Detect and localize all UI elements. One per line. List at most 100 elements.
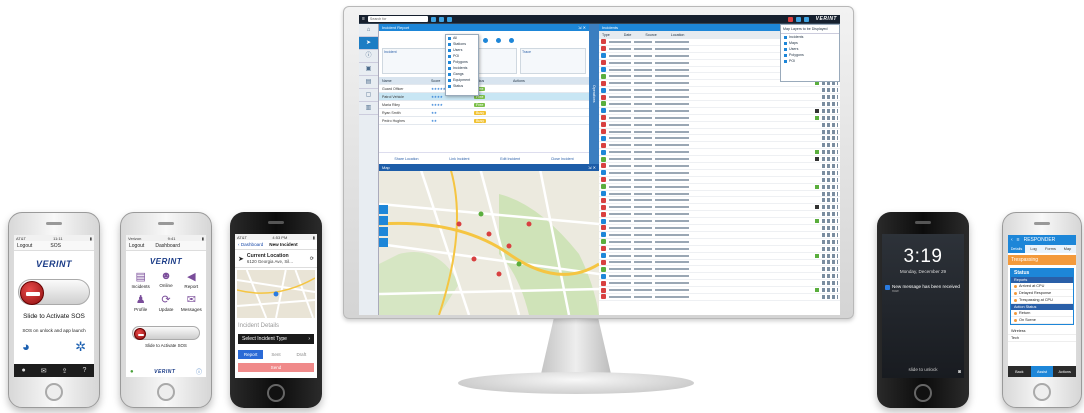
step-3[interactable] (495, 37, 502, 44)
rail-item-dispatch[interactable]: ➤ (359, 37, 378, 50)
table-row[interactable] (599, 239, 840, 246)
column-header[interactable]: Type (602, 33, 610, 37)
send-button[interactable]: Send (238, 363, 314, 372)
assist-button[interactable]: Assist (1030, 366, 1054, 377)
table-row[interactable] (599, 156, 840, 164)
table-row[interactable] (599, 142, 840, 150)
city-map[interactable] (379, 164, 599, 315)
location-row[interactable]: ➤ Current Location 6120 Georgia Ave, Sil… (235, 250, 317, 268)
row-actions[interactable] (822, 143, 838, 148)
checkbox[interactable] (784, 47, 787, 51)
map-panel[interactable]: Map ⇲ ✕ (379, 164, 599, 315)
draw-tool-icon[interactable] (379, 205, 388, 214)
list-item[interactable]: Pedro Hughes ★★ Busy (379, 117, 589, 125)
actions-button[interactable]: Actions (1053, 366, 1076, 377)
status-option[interactable]: Return (1011, 310, 1073, 317)
incident-tile[interactable]: Incident (382, 48, 448, 74)
table-row[interactable] (599, 211, 840, 219)
back-button[interactable]: ‹ Dashboard (238, 242, 263, 247)
panel-controls[interactable]: ⇲ ✕ (578, 25, 586, 30)
globe-icon[interactable]: ◕ (22, 339, 30, 355)
info-icon[interactable]: ⓘ (196, 367, 202, 376)
mail-tab-icon[interactable]: ✉ (41, 367, 47, 375)
row-actions[interactable] (822, 232, 838, 237)
row-actions[interactable] (822, 246, 838, 251)
edit-incident-button[interactable]: Edit Incident (500, 157, 520, 161)
checkbox[interactable] (448, 48, 451, 52)
table-row[interactable] (599, 253, 840, 260)
table-row[interactable] (599, 266, 840, 274)
search-input[interactable]: Search for (367, 16, 428, 22)
status-option[interactable]: Delayed Response (1011, 290, 1073, 297)
table-row[interactable] (599, 108, 840, 115)
pin-tool-icon[interactable] (379, 227, 388, 236)
table-row[interactable] (599, 115, 840, 122)
row-actions[interactable] (822, 294, 838, 299)
row-actions[interactable] (822, 88, 838, 93)
row-actions[interactable] (822, 274, 838, 279)
select-incident-type-button[interactable]: Select Incident Type › (238, 334, 314, 344)
alert-icon[interactable] (787, 16, 793, 22)
table-row[interactable] (599, 135, 840, 143)
sos-slider-knob[interactable] (134, 328, 146, 340)
home-button[interactable] (1033, 383, 1051, 401)
list-item[interactable]: Guard Officer ★★★★★ Free (379, 85, 589, 93)
checkbox[interactable] (448, 84, 451, 88)
step-2[interactable] (482, 37, 489, 44)
filter-option[interactable]: Status (446, 83, 478, 89)
column-header[interactable]: Date (624, 33, 632, 37)
row-actions[interactable] (822, 225, 838, 230)
row-actions[interactable] (822, 267, 838, 272)
tab-draft[interactable]: Draft (289, 350, 314, 359)
profile-tile[interactable]: ♟ Profile (129, 293, 152, 312)
status-option[interactable]: Arrived at CPU (1011, 283, 1073, 290)
help-tab-icon[interactable]: ? (83, 367, 87, 374)
checkbox[interactable] (448, 72, 451, 76)
row-actions[interactable] (822, 260, 838, 265)
share-location-button[interactable]: Share Location (394, 157, 418, 161)
rail-item-gallery[interactable]: ▣ (359, 63, 378, 76)
upload-tab-icon[interactable]: ⇪ (62, 367, 68, 375)
tab-report[interactable]: Report (238, 350, 264, 359)
trace-tile[interactable]: Trace (520, 48, 586, 74)
row-actions[interactable] (822, 205, 838, 210)
status-option[interactable]: On Scene (1011, 317, 1073, 324)
row-actions[interactable] (822, 198, 838, 203)
row-actions[interactable] (822, 239, 838, 244)
row-actions[interactable] (822, 129, 838, 134)
logout-button[interactable]: Logout (129, 243, 144, 249)
row-actions[interactable] (822, 150, 838, 155)
table-row[interactable] (599, 259, 840, 267)
table-row[interactable] (599, 197, 840, 205)
row-actions[interactable] (822, 136, 838, 141)
sos-slider[interactable] (132, 326, 200, 340)
update-tile[interactable]: ⟳ Update (154, 293, 177, 312)
rail-item-forms[interactable]: ▢ (359, 89, 378, 102)
table-row[interactable] (599, 163, 840, 170)
close-incident-button[interactable]: Close Incident (551, 157, 574, 161)
table-row[interactable] (599, 287, 840, 294)
table-row[interactable] (599, 122, 840, 129)
checkbox[interactable] (784, 41, 787, 45)
table-row[interactable] (599, 87, 840, 95)
sos-slider[interactable] (18, 279, 90, 305)
table-row[interactable] (599, 280, 840, 288)
table-row[interactable] (599, 232, 840, 239)
table-row[interactable] (599, 246, 840, 253)
table-row[interactable] (599, 94, 840, 102)
row-actions[interactable] (822, 163, 838, 168)
sos-icon[interactable]: ● (130, 369, 134, 375)
table-row[interactable] (599, 225, 840, 232)
tab-forms[interactable]: Forms (1042, 245, 1059, 253)
rail-item-notes[interactable]: ▤ (359, 76, 378, 89)
menu-icon[interactable]: ≡ (1017, 237, 1020, 243)
list-item[interactable]: Ryan Smith ★★ Busy (379, 109, 589, 117)
status-option[interactable]: Trespassing at CPU (1011, 297, 1073, 304)
layers-icon[interactable] (795, 16, 801, 22)
table-row[interactable] (599, 294, 840, 301)
row-actions[interactable] (822, 191, 838, 196)
row-actions[interactable] (822, 281, 838, 286)
home-button[interactable] (914, 384, 932, 402)
tab-map[interactable]: Map (1059, 245, 1076, 253)
step-4[interactable] (508, 37, 515, 44)
